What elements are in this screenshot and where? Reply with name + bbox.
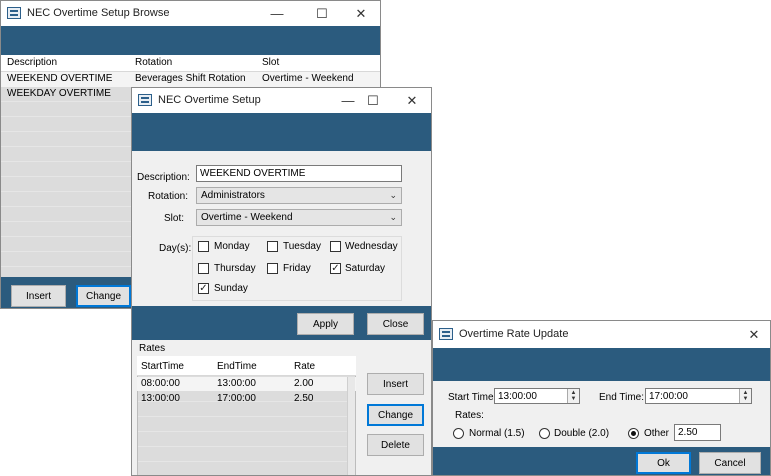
chevron-down-icon: ⌄ <box>389 212 397 222</box>
slot-select[interactable]: Overtime - Weekend ⌄ <box>196 209 402 226</box>
saturday-label: Saturday <box>345 263 386 274</box>
browse-insert-button[interactable]: Insert <box>11 285 66 307</box>
other-rate-input[interactable]: 2.50 <box>674 424 721 441</box>
cancel-button[interactable]: Cancel <box>699 452 761 474</box>
friday-checkbox[interactable] <box>267 263 278 274</box>
tuesday-checkbox[interactable] <box>267 241 278 252</box>
double-radio[interactable] <box>539 428 550 439</box>
cell-rotation: Beverages Shift Rotation <box>135 73 246 84</box>
start-time-value: 13:00:00 <box>498 391 537 402</box>
rates-change-button[interactable]: Change <box>367 404 424 426</box>
rotation-label: Rotation: <box>148 191 189 202</box>
other-radio[interactable] <box>628 428 639 439</box>
close-button[interactable]: Close <box>367 313 424 335</box>
setup-header-band <box>132 113 431 151</box>
column-header-starttime[interactable]: StartTime <box>141 361 184 372</box>
normal-radio[interactable] <box>453 428 464 439</box>
wednesday-checkbox[interactable] <box>330 241 341 252</box>
friday-label: Friday <box>283 263 311 274</box>
monday-checkbox[interactable] <box>198 241 209 252</box>
column-header-slot[interactable]: Slot <box>262 57 279 68</box>
rates-delete-button[interactable]: Delete <box>367 434 424 456</box>
column-header-endtime[interactable]: EndTime <box>217 361 257 372</box>
rate-header-band <box>433 348 770 381</box>
cell-starttime: 08:00:00 <box>141 378 180 389</box>
cell-starttime: 13:00:00 <box>141 393 180 404</box>
start-time-input[interactable]: 13:00:00 ▲ ▼ <box>494 388 580 404</box>
description-input[interactable]: WEEKEND OVERTIME <box>196 165 402 182</box>
column-header-description[interactable]: Description <box>7 57 57 68</box>
end-time-label: End Time: <box>599 392 645 403</box>
app-icon <box>7 7 21 19</box>
cell-description: WEEKDAY OVERTIME <box>7 88 111 99</box>
slot-value: Overtime - Weekend <box>201 212 293 223</box>
browse-grid-header: Description Rotation Slot <box>1 55 380 72</box>
tuesday-label: Tuesday <box>283 241 321 252</box>
rates-grid-scrollbar[interactable] <box>347 377 355 475</box>
end-time-value: 17:00:00 <box>649 391 688 402</box>
close-icon[interactable]: ✕ <box>341 1 380 26</box>
rate-titlebar: Overtime Rate Update ✕ <box>433 321 770 348</box>
rate-title: Overtime Rate Update <box>459 328 569 340</box>
close-icon[interactable]: ✕ <box>738 321 770 348</box>
browse-title: NEC Overtime Setup Browse <box>27 7 170 19</box>
days-label: Day(s): <box>159 243 192 254</box>
browse-header-band <box>1 26 380 55</box>
overtime-rate-update-window: Overtime Rate Update ✕ Start Time: 13:00… <box>432 320 771 476</box>
cell-endtime: 17:00:00 <box>217 393 256 404</box>
thursday-checkbox[interactable] <box>198 263 209 274</box>
saturday-checkbox[interactable]: ✓ <box>330 263 341 274</box>
maximize-icon[interactable]: ☐ <box>302 1 342 26</box>
overtime-setup-window: NEC Overtime Setup — ☐ ✕ Description: WE… <box>131 87 432 476</box>
end-time-input[interactable]: 17:00:00 ▲ ▼ <box>645 388 752 404</box>
setup-titlebar: NEC Overtime Setup — ☐ ✕ <box>132 88 431 113</box>
other-label: Other <box>644 428 670 439</box>
table-row[interactable]: WEEKEND OVERTIME Beverages Shift Rotatio… <box>1 72 380 87</box>
table-row[interactable]: 13:00:00 17:00:00 2.50 <box>137 392 356 406</box>
chevron-down-icon: ⌄ <box>389 190 397 200</box>
apply-button[interactable]: Apply <box>297 313 354 335</box>
minimize-icon[interactable]: — <box>257 1 297 26</box>
slot-label: Slot: <box>164 213 185 224</box>
rates-label: Rates: <box>455 410 484 421</box>
browse-titlebar: NEC Overtime Setup Browse — ☐ ✕ <box>1 1 380 26</box>
spinner-icon[interactable]: ▲ ▼ <box>567 389 579 403</box>
cell-slot: Overtime - Weekend <box>262 73 354 84</box>
setup-title: NEC Overtime Setup <box>158 94 261 106</box>
cell-description: WEEKEND OVERTIME <box>7 73 113 84</box>
close-icon[interactable]: ✕ <box>392 88 431 113</box>
maximize-icon[interactable]: ☐ <box>353 88 393 113</box>
start-time-label: Start Time: <box>448 392 497 403</box>
wednesday-label: Wednesday <box>345 241 398 252</box>
column-header-rotation[interactable]: Rotation <box>135 57 172 68</box>
monday-label: Monday <box>214 241 250 252</box>
normal-label: Normal (1.5) <box>469 428 525 439</box>
thursday-label: Thursday <box>214 263 256 274</box>
rates-insert-button[interactable]: Insert <box>367 373 424 395</box>
rotation-value: Administrators <box>201 190 265 201</box>
column-header-rate[interactable]: Rate <box>294 361 315 372</box>
app-icon <box>439 328 453 340</box>
rates-grid-header: StartTime EndTime Rate <box>137 356 356 376</box>
rotation-select[interactable]: Administrators ⌄ <box>196 187 402 204</box>
rates-label: Rates <box>139 343 166 354</box>
cell-rate: 2.00 <box>294 378 314 389</box>
description-label: Description: <box>137 172 190 183</box>
sunday-checkbox[interactable]: ✓ <box>198 283 209 294</box>
sunday-label: Sunday <box>214 283 248 294</box>
double-label: Double (2.0) <box>554 428 610 439</box>
cell-endtime: 13:00:00 <box>217 378 256 389</box>
table-row[interactable]: 08:00:00 13:00:00 2.00 <box>137 377 356 391</box>
app-icon <box>138 94 152 106</box>
cell-rate: 2.50 <box>294 393 314 404</box>
ok-button[interactable]: Ok <box>636 452 691 474</box>
spinner-icon[interactable]: ▲ ▼ <box>739 389 751 403</box>
browse-change-button[interactable]: Change <box>76 285 131 307</box>
